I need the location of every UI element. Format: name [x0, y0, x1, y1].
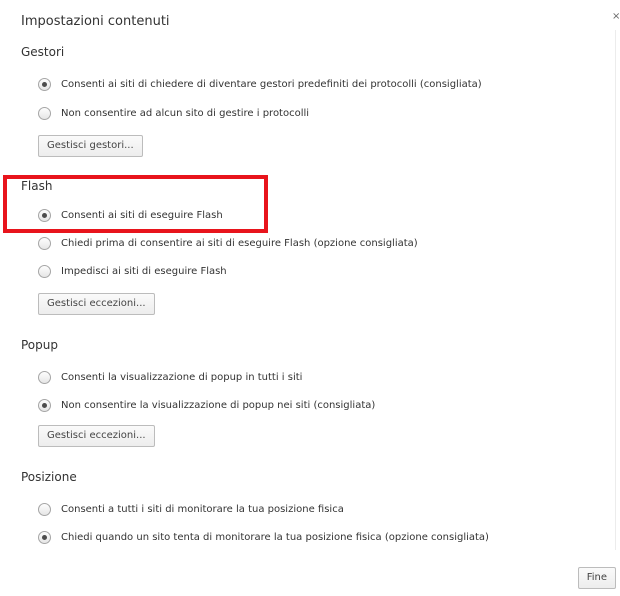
radio-label: Non consentire la visualizzazione di pop…	[61, 399, 376, 411]
radio-button[interactable]	[38, 502, 51, 516]
radio-label: Chiedi quando un sito tenta di monitorar…	[61, 531, 489, 543]
radio-button[interactable]	[38, 370, 51, 384]
radio-button[interactable]	[38, 77, 51, 91]
radio-label: Consenti la visualizzazione di popup in …	[61, 371, 303, 383]
radio-popup-block[interactable]: Non consentire la visualizzazione di pop…	[38, 397, 375, 413]
radio-button[interactable]	[38, 106, 51, 120]
radio-label: Chiedi prima di consentire ai siti di es…	[61, 237, 418, 249]
radio-button[interactable]	[38, 264, 51, 278]
section-title-posizione: Posizione	[21, 470, 77, 484]
radio-gestori-deny[interactable]: Non consentire ad alcun sito di gestire …	[38, 105, 309, 121]
radio-button[interactable]	[38, 398, 51, 412]
section-title-gestori: Gestori	[21, 45, 65, 59]
radio-label: Consenti a tutti i siti di monitorare la…	[61, 503, 344, 515]
radio-flash-ask[interactable]: Chiedi prima di consentire ai siti di es…	[38, 235, 418, 251]
done-button[interactable]: Fine	[577, 567, 616, 589]
radio-label: Non consentire ad alcun sito di gestire …	[61, 107, 310, 119]
radio-label: Impedisci ai siti di eseguire Flash	[61, 265, 227, 277]
radio-location-ask[interactable]: Chiedi quando un sito tenta di monitorar…	[38, 529, 489, 545]
manage-handlers-button[interactable]: Gestisci gestori...	[38, 135, 143, 157]
radio-button[interactable]	[38, 236, 51, 250]
radio-button[interactable]	[38, 530, 51, 544]
radio-flash-block[interactable]: Impedisci ai siti di eseguire Flash	[38, 263, 227, 279]
radio-gestori-allow[interactable]: Consenti ai siti di chiedere di diventar…	[38, 76, 482, 92]
radio-label: Consenti ai siti di chiedere di diventar…	[61, 78, 482, 90]
highlight-box	[3, 175, 268, 233]
dialog-title: Impostazioni contenuti	[21, 14, 170, 29]
manage-flash-exceptions-button[interactable]: Gestisci eccezioni...	[38, 293, 155, 315]
radio-location-allow[interactable]: Consenti a tutti i siti di monitorare la…	[38, 501, 344, 517]
close-icon[interactable]: ×	[612, 10, 620, 24]
radio-popup-allow[interactable]: Consenti la visualizzazione di popup in …	[38, 369, 302, 385]
scroll-edge	[615, 30, 620, 550]
manage-popup-exceptions-button[interactable]: Gestisci eccezioni...	[38, 425, 155, 447]
section-title-popup: Popup	[21, 338, 58, 352]
